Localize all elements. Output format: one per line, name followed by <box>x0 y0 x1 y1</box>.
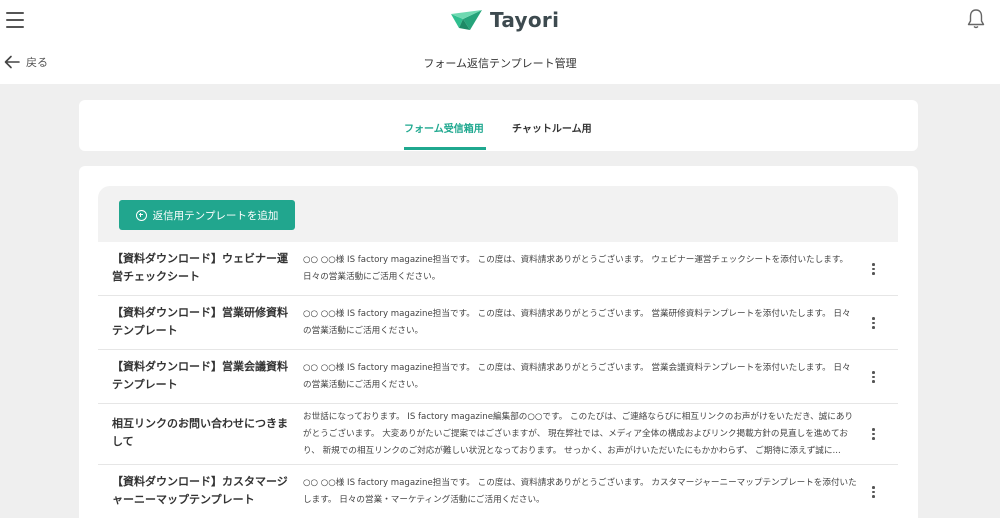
page-title: フォーム返信テンプレート管理 <box>423 57 577 70</box>
template-body: ○○ ○○様 IS factory magazine担当です。 この度は、資料請… <box>303 255 849 282</box>
logo-mark-icon <box>451 10 482 30</box>
menu-icon[interactable] <box>6 12 24 28</box>
more-options-icon[interactable] <box>872 371 876 383</box>
template-title: 【資料ダウンロード】営業研修資料テンプレート <box>112 306 288 337</box>
add-template-label: 返信用テンプレートを追加 <box>152 209 279 222</box>
template-body: お世話になっております。 IS factory magazine編集部の○○です… <box>303 412 854 456</box>
template-row[interactable]: 【資料ダウンロード】ウェビナー運営チェックシート ○○ ○○様 IS facto… <box>98 242 898 296</box>
template-title: 【資料ダウンロード】ウェビナー運営チェックシート <box>112 252 288 283</box>
bell-icon[interactable] <box>966 8 986 30</box>
template-list: 【資料ダウンロード】ウェビナー運営チェックシート ○○ ○○様 IS facto… <box>98 242 898 518</box>
template-panel: 返信用テンプレートを追加 【資料ダウンロード】ウェビナー運営チェックシート ○○… <box>79 166 918 518</box>
template-list-container: 返信用テンプレートを追加 【資料ダウンロード】ウェビナー運営チェックシート ○○… <box>98 186 898 518</box>
active-tab-indicator <box>404 147 486 150</box>
template-title: 【資料ダウンロード】営業会議資料テンプレート <box>112 360 288 391</box>
template-body: ○○ ○○様 IS factory magazine担当です。 この度は、資料請… <box>303 478 857 505</box>
template-title: 相互リンクのお問い合わせにつきまして <box>112 417 288 448</box>
template-title: 【資料ダウンロード】カスタマージャーニーマップテンプレート <box>112 475 288 506</box>
more-options-icon[interactable] <box>872 486 876 498</box>
tab-chat-room[interactable]: チャットルーム用 <box>512 120 592 135</box>
logo-text: Tayori <box>490 8 560 32</box>
template-row[interactable]: 【資料ダウンロード】営業研修資料テンプレート ○○ ○○様 IS factory… <box>98 296 898 350</box>
more-options-icon[interactable] <box>872 263 876 275</box>
template-row[interactable]: 【資料ダウンロード】営業会議資料テンプレート ○○ ○○様 IS factory… <box>98 350 898 404</box>
top-bar: Tayori 戻る フォーム返信テンプレート管理 <box>0 0 1000 84</box>
template-body: ○○ ○○様 IS factory magazine担当です。 この度は、資料請… <box>303 363 851 390</box>
template-row[interactable]: 相互リンクのお問い合わせにつきまして お世話になっております。 IS facto… <box>98 404 898 465</box>
tayori-logo[interactable]: Tayori <box>450 6 559 34</box>
plus-circle-icon <box>135 209 147 221</box>
more-options-icon[interactable] <box>872 428 876 440</box>
tab-form-inbox[interactable]: フォーム受信箱用 <box>404 120 484 135</box>
more-options-icon[interactable] <box>872 317 876 329</box>
tab-bar: フォーム受信箱用 チャットルーム用 <box>79 100 918 151</box>
template-row[interactable]: 【資料ダウンロード】カスタマージャーニーマップテンプレート ○○ ○○様 IS … <box>98 465 898 518</box>
template-body: ○○ ○○様 IS factory magazine担当です。 この度は、資料請… <box>303 309 851 336</box>
add-template-button[interactable]: 返信用テンプレートを追加 <box>119 200 295 230</box>
